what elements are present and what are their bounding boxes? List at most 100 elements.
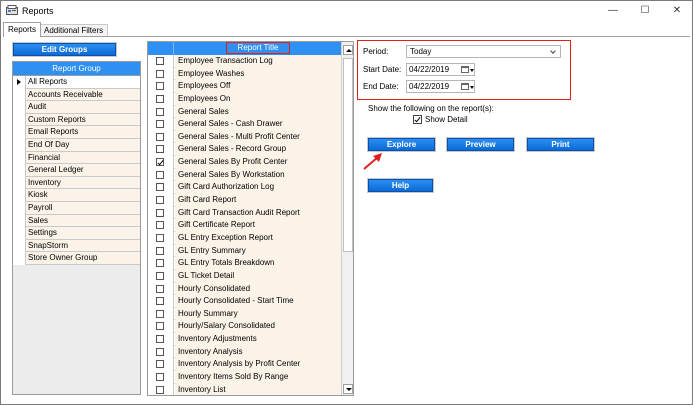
report-select-checkbox[interactable] [156, 309, 164, 318]
report-select-checkbox[interactable] [156, 347, 164, 356]
period-label: Period: [363, 47, 389, 56]
report-title-row[interactable]: Employees Off [148, 80, 341, 93]
caret-down-icon[interactable] [470, 69, 474, 72]
help-button[interactable]: Help [367, 178, 434, 193]
report-select-checkbox[interactable] [156, 360, 164, 369]
report-title-row[interactable]: Hourly Consolidated - Start Time [148, 295, 341, 308]
report-group-item[interactable]: General Ledger [13, 164, 140, 177]
report-select-checkbox[interactable] [156, 271, 164, 280]
tab-reports[interactable]: Reports [3, 22, 42, 37]
end-date-picker[interactable]: 04/22/2019 [406, 80, 475, 93]
report-title-row[interactable]: Gift Card Transaction Audit Report [148, 206, 341, 220]
report-title-row[interactable]: Employee Washes [148, 67, 341, 81]
report-title-row[interactable]: General Sales - Multi Profit Center [148, 130, 341, 144]
report-select-checkbox[interactable] [156, 322, 164, 331]
report-group-item[interactable]: Inventory [13, 176, 140, 190]
period-dropdown[interactable]: Today [406, 45, 561, 58]
report-title-row[interactable]: GL Entry Exception Report [148, 231, 341, 245]
maximize-button[interactable]: ☐ [631, 3, 659, 19]
report-select-checkbox[interactable] [156, 259, 164, 268]
report-title-grid: Report Title Employee Transaction Log Emp… [147, 41, 354, 396]
report-title-row[interactable]: Hourly Consolidated [148, 282, 341, 296]
report-select-checkbox[interactable] [156, 94, 164, 103]
report-title-row[interactable]: General Sales By Workstation [148, 168, 341, 182]
report-title-row[interactable]: Employees On [148, 92, 341, 106]
close-button[interactable]: ✕ [663, 3, 691, 19]
report-group-item[interactable]: Email Reports [13, 126, 140, 139]
report-select-checkbox[interactable] [156, 208, 164, 217]
report-select-checkbox[interactable] [156, 132, 164, 141]
report-group-item[interactable]: SnapStorm [13, 239, 140, 253]
report-title-label: Gift Card Transaction Audit Report [175, 206, 341, 220]
report-group-label: Settings [28, 228, 57, 238]
explore-button[interactable]: Explore [367, 137, 436, 152]
report-title-label: Gift Certificate Report [175, 219, 341, 232]
report-select-checkbox[interactable] [156, 120, 164, 129]
scroll-thumb[interactable] [343, 58, 353, 252]
report-select-checkbox[interactable] [156, 297, 164, 306]
report-title-row[interactable]: Hourly/Salary Consolidated [148, 320, 341, 334]
report-title-row[interactable]: GL Entry Totals Breakdown [148, 257, 341, 270]
report-title-row[interactable]: General Sales - Record Group [148, 143, 341, 157]
report-title-row[interactable]: General Sales - Cash Drawer [148, 118, 341, 131]
scroll-down-icon[interactable] [343, 384, 353, 394]
edit-groups-button[interactable]: Edit Groups [12, 42, 117, 57]
tab-strip: Reports Additional Filters [3, 22, 693, 37]
report-select-checkbox[interactable] [156, 69, 164, 78]
show-detail-label[interactable]: Show Detail [425, 115, 468, 124]
report-title-row[interactable]: General Sales By Profit Center [148, 156, 341, 169]
report-title-row[interactable]: Gift Card Authorization Log [148, 181, 341, 195]
show-detail-checkbox[interactable] [413, 115, 422, 124]
calendar-icon[interactable] [461, 66, 469, 73]
report-title-row[interactable]: Inventory Items Sold By Range [148, 371, 341, 384]
report-select-checkbox[interactable] [156, 196, 164, 205]
report-select-checkbox[interactable] [156, 183, 164, 192]
report-group-item[interactable]: Payroll [13, 201, 140, 215]
report-select-checkbox[interactable] [156, 335, 164, 344]
report-title-header[interactable]: Report Title [226, 42, 290, 54]
report-title-row[interactable]: GL Ticket Detail [148, 269, 341, 283]
report-title-row[interactable]: Gift Card Report [148, 194, 341, 207]
report-select-checkbox[interactable] [156, 373, 164, 382]
report-title-row[interactable]: Inventory Adjustments [148, 333, 341, 346]
report-select-checkbox[interactable] [156, 57, 164, 65]
report-group-item[interactable]: Audit [13, 101, 140, 114]
report-title-scrollbar[interactable] [341, 42, 353, 395]
report-select-checkbox[interactable] [156, 246, 164, 255]
report-title-row[interactable]: Inventory Analysis by Profit Center [148, 358, 341, 372]
preview-button[interactable]: Preview [446, 137, 515, 152]
report-group-item[interactable]: Settings [13, 227, 140, 240]
report-title-row[interactable]: Hourly Summary [148, 307, 341, 321]
print-button[interactable]: Print [526, 137, 595, 152]
report-select-checkbox[interactable] [156, 145, 164, 154]
calendar-icon[interactable] [461, 83, 469, 90]
tab-additional-filters[interactable]: Additional Filters [39, 24, 109, 36]
report-title-row[interactable]: Employee Transaction Log [148, 55, 341, 68]
report-select-checkbox[interactable] [156, 385, 164, 394]
report-select-checkbox[interactable] [156, 170, 164, 179]
report-select-checkbox[interactable] [156, 233, 164, 242]
report-title-row[interactable]: Inventory List [148, 383, 341, 395]
start-date-picker[interactable]: 04/22/2019 [406, 63, 475, 76]
report-title-label: Inventory Analysis [175, 345, 341, 359]
report-group-item[interactable]: Sales [13, 214, 140, 228]
report-group-item[interactable]: All Reports [13, 76, 140, 89]
scroll-up-icon[interactable] [343, 45, 353, 55]
report-group-item[interactable]: Custom Reports [13, 113, 140, 127]
report-group-item[interactable]: Accounts Receivable [13, 88, 140, 102]
report-select-checkbox[interactable] [156, 82, 164, 91]
report-group-item[interactable]: Kiosk [13, 189, 140, 202]
report-title-row[interactable]: Inventory Analysis [148, 345, 341, 359]
report-select-checkbox[interactable] [156, 221, 164, 230]
report-group-item[interactable]: Store Owner Group [13, 252, 140, 265]
caret-down-icon[interactable] [470, 86, 474, 89]
report-title-row[interactable]: General Sales [148, 105, 341, 119]
report-select-checkbox[interactable] [156, 284, 164, 293]
minimize-button[interactable]: — [599, 3, 627, 19]
report-group-item[interactable]: Financial [13, 151, 140, 165]
report-group-item[interactable]: End Of Day [13, 138, 140, 152]
report-title-row[interactable]: Gift Certificate Report [148, 219, 341, 232]
report-select-checkbox[interactable] [156, 107, 164, 116]
report-title-row[interactable]: GL Entry Summary [148, 244, 341, 258]
report-select-checkbox[interactable] [156, 158, 164, 167]
